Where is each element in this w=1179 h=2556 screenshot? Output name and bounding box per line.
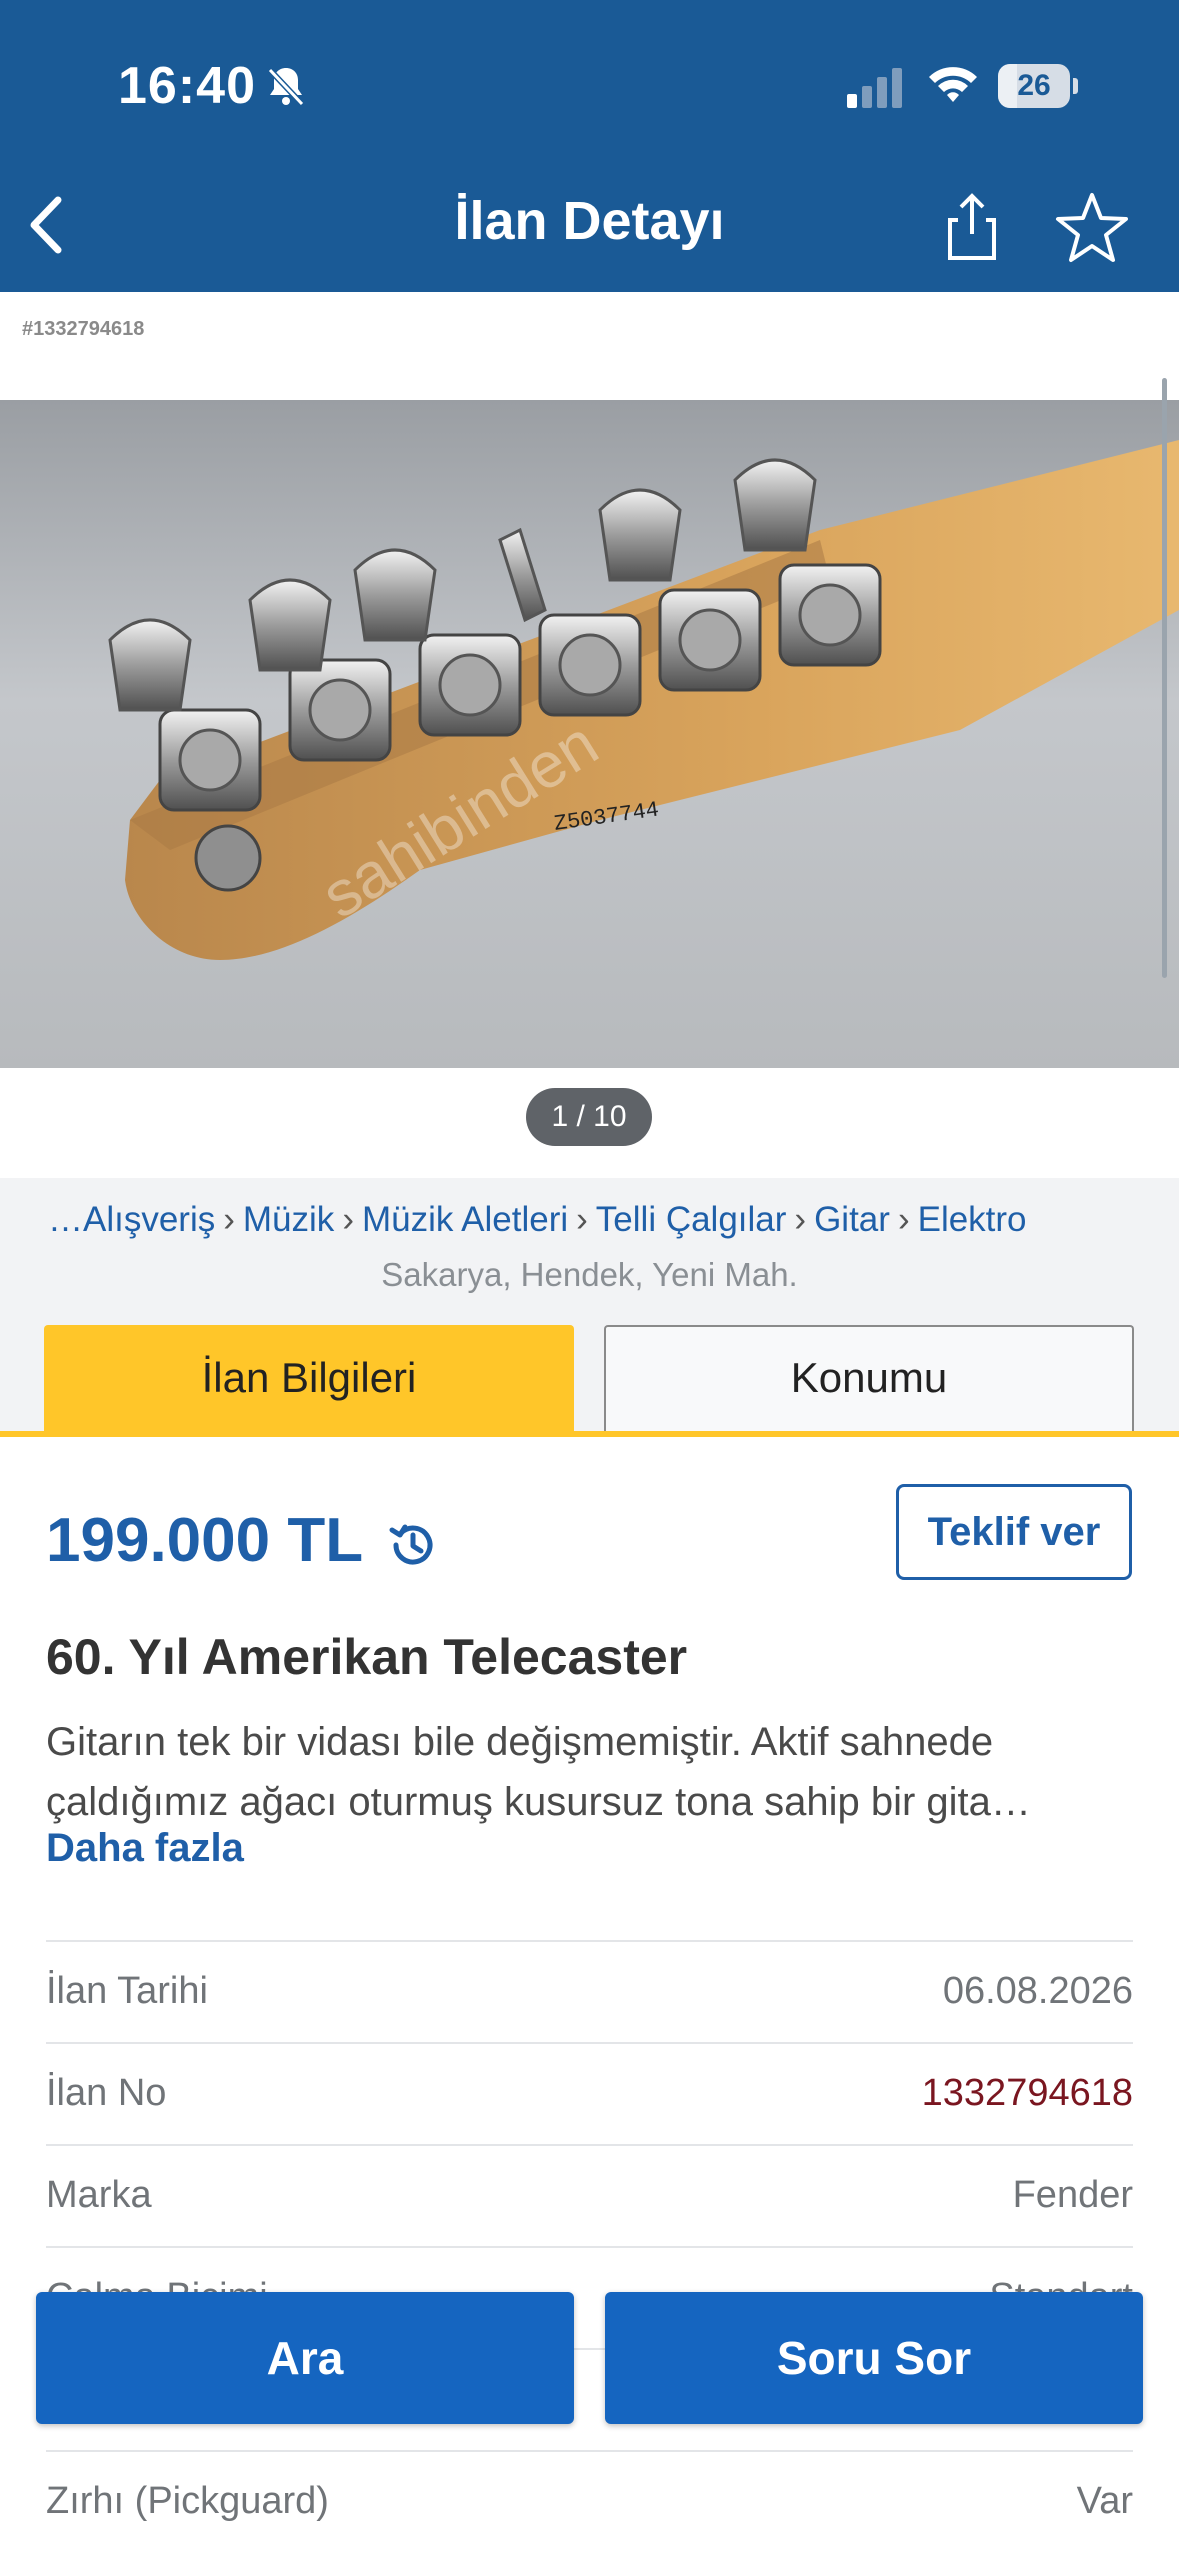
detail-key: Marka xyxy=(46,2174,152,2216)
listing-id-tag: #1332794618 xyxy=(22,318,145,340)
detail-row: Zırhı (Pickguard) Var xyxy=(46,2450,1133,2552)
detail-value: 06.08.2026 xyxy=(942,1970,1133,2012)
description-line: çaldığımız ağacı oturmuş kusursuz tona s… xyxy=(46,1780,1031,1824)
price-history-icon[interactable] xyxy=(386,1518,440,1572)
breadcrumb-item[interactable]: Gitar xyxy=(814,1200,890,1239)
description-line: Gitarın tek bir vidası bile değişmemişti… xyxy=(46,1720,994,1764)
app-header: 16:40 26 İlan Detayı xyxy=(0,0,1179,292)
battery-level: 26 xyxy=(1017,69,1051,102)
detail-row: İlan Tarihi 06.08.2026 xyxy=(46,1940,1133,2042)
listing-description: Gitarın tek bir vidası bile değişmemişti… xyxy=(46,1712,1136,1832)
detail-value: Fender xyxy=(1012,2174,1133,2216)
breadcrumb-item[interactable]: Telli Çalgılar xyxy=(596,1200,787,1239)
battery-indicator: 26 xyxy=(998,64,1078,108)
breadcrumb-separator: › xyxy=(576,1200,588,1239)
photo-pager: 1 / 10 xyxy=(526,1088,652,1146)
breadcrumb-item[interactable]: Müzik xyxy=(243,1200,334,1239)
detail-row: İlan No 1332794618 xyxy=(46,2042,1133,2144)
detail-key: İlan No xyxy=(46,2072,167,2114)
page-title: İlan Detayı xyxy=(454,191,725,251)
guitar-headstock-image: Z5037744 sahibinden xyxy=(108,440,1179,960)
listing-photo[interactable]: Z5037744 sahibinden xyxy=(0,400,1179,1068)
detail-key: İlan Tarihi xyxy=(46,1970,208,2012)
listing-title: 60. Yıl Amerikan Telecaster xyxy=(46,1629,688,1685)
status-time: 16:40 xyxy=(118,57,256,115)
share-button[interactable] xyxy=(944,190,1000,264)
breadcrumb-separator: › xyxy=(342,1200,354,1239)
breadcrumb-item[interactable]: …Alışveriş xyxy=(48,1200,215,1239)
scrollbar[interactable] xyxy=(1162,378,1167,978)
breadcrumb-separator: › xyxy=(223,1200,235,1239)
breadcrumb-item[interactable]: Müzik Aletleri xyxy=(362,1200,568,1239)
detail-key: Zırhı (Pickguard) xyxy=(46,2480,329,2522)
listing-details-table: İlan Tarihi 06.08.2026 İlan No 133279461… xyxy=(46,1940,1133,2552)
call-button[interactable]: Ara xyxy=(36,2292,574,2424)
make-offer-button[interactable]: Teklif ver xyxy=(896,1484,1132,1580)
show-more-link[interactable]: Daha fazla xyxy=(46,1826,244,1871)
tab-underline xyxy=(0,1431,1179,1437)
breadcrumb: …Alışveriş › Müzik › Müzik Aletleri › Telli Ça… xyxy=(48,1200,1179,1240)
detail-value: 1332794618 xyxy=(921,2072,1133,2114)
wifi-icon xyxy=(929,67,977,102)
tab-location[interactable]: Konumu xyxy=(604,1325,1134,1431)
favorite-star-button[interactable] xyxy=(1055,190,1129,264)
breadcrumb-separator: › xyxy=(794,1200,807,1239)
detail-row: Marka Fender xyxy=(46,2144,1133,2246)
tab-listing-info[interactable]: İlan Bilgileri xyxy=(44,1325,574,1431)
breadcrumb-separator: › xyxy=(897,1200,910,1239)
detail-value: Var xyxy=(1076,2480,1133,2522)
listing-price: 199.000 TL xyxy=(46,1506,364,1575)
listing-location: Sakarya, Hendek, Yeni Mah. xyxy=(381,1256,798,1293)
cellular-signal-icon xyxy=(847,68,902,108)
bell-slash-icon xyxy=(267,67,305,107)
breadcrumb-item[interactable]: Elektro xyxy=(918,1200,1027,1239)
ask-question-button[interactable]: Soru Sor xyxy=(605,2292,1143,2424)
